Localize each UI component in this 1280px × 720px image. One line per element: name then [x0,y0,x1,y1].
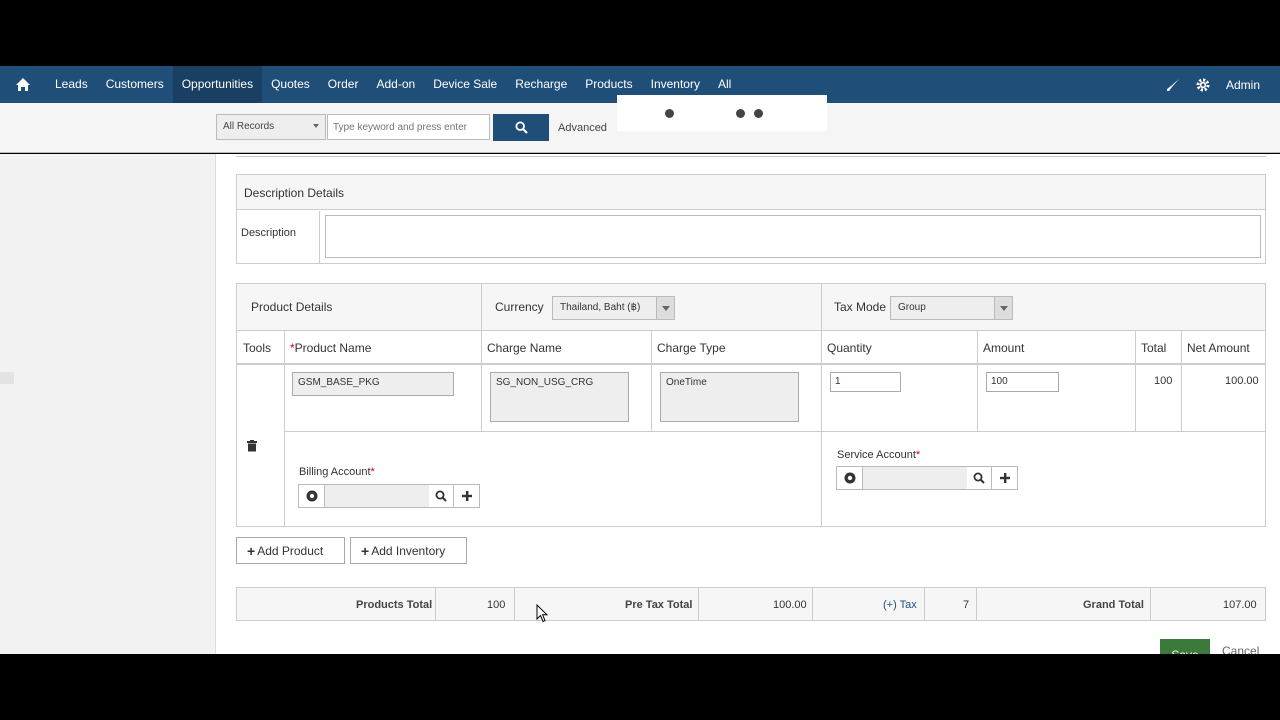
nav-opportunities[interactable]: Opportunities [172,66,263,103]
total-value: 100 [1154,375,1173,387]
tax-link[interactable]: (+) Tax [883,599,917,611]
plus-icon: + [361,542,370,559]
plus-icon: + [247,542,256,559]
product-details-section: Product Details Currency Thailand, Baht … [236,283,1266,527]
products-total-value: 100 [487,599,506,611]
search-icon[interactable] [429,485,454,507]
description-section: Description Details Description [236,174,1266,264]
loading-dot [665,109,674,118]
service-account-label-text: Service Account [837,449,916,461]
service-account-field [836,466,1018,490]
chevron-down-icon [994,297,1012,319]
description-label: Description [241,227,297,239]
currency-value: Thailand, Baht (฿) [560,302,641,313]
grand-total-label: Grand Total [1083,599,1144,611]
col-quantity: Quantity [821,331,977,364]
gear-icon[interactable] [1188,77,1218,93]
search-icon[interactable] [967,467,992,489]
product-details-header: Product Details Currency Thailand, Baht … [237,284,1265,331]
grand-total-value: 107.00 [1223,599,1257,611]
col-charge-type: Charge Type [651,331,821,364]
totals-bar: Products Total 100 Pre Tax Total 100.00 … [236,587,1266,621]
currency-select[interactable]: Thailand, Baht (฿) [552,296,675,320]
save-button[interactable]: Save [1160,639,1210,654]
search-input[interactable] [327,114,490,140]
col-amount: Amount [977,331,1135,364]
admin-menu[interactable]: Admin [1218,78,1280,92]
col-product-name-label: Product Name [294,341,372,355]
net-amount-value: 100.00 [1225,375,1259,387]
nav-device-sale[interactable]: Device Sale [424,66,506,103]
nav-add-on[interactable]: Add-on [367,66,424,103]
charge-name-input[interactable]: SG_NON_USG_CRG [490,372,629,422]
nav-recharge[interactable]: Recharge [506,66,576,103]
search-scope-select[interactable]: All Records [216,114,326,140]
plus-icon[interactable] [454,485,479,507]
main-content: Description Details Description Product … [0,154,1280,654]
nav-leads[interactable]: Leads [46,66,97,103]
products-total-label: Products Total [356,599,433,611]
pre-tax-total-label: Pre Tax Total [625,599,693,611]
nav-customers[interactable]: Customers [97,66,173,103]
quantity-input[interactable]: 1 [830,372,901,392]
nav-quotes[interactable]: Quotes [262,66,319,103]
search-icon [514,121,528,134]
add-product-label: Add Product [257,543,324,558]
tax-mode-value: Group [898,302,926,313]
billing-account-label: Billing Account* [299,466,375,478]
col-net-amount: Net Amount [1181,331,1265,364]
chevron-down-icon [313,124,319,128]
search-button[interactable] [493,114,549,141]
mouse-cursor-icon [536,604,548,623]
billing-account-field [298,484,480,508]
loading-indicator [617,95,827,131]
col-charge-name: Charge Name [481,331,651,364]
billing-account-input[interactable] [325,485,429,507]
nav-order[interactable]: Order [319,66,368,103]
charge-type-input[interactable]: OneTime [660,372,799,422]
currency-label: Currency [495,300,544,314]
clear-icon[interactable] [299,485,325,507]
home-icon[interactable] [0,77,46,92]
search-scope-value: All Records [223,121,275,132]
tax-mode-label: Tax Mode [834,300,887,314]
tax-mode-select[interactable]: Group [890,296,1013,320]
col-product-name: *Product Name [284,331,481,364]
trash-icon[interactable] [247,440,257,455]
billing-account-label-text: Billing Account [299,466,371,478]
product-details-title: Product Details [251,300,333,314]
add-product-button[interactable]: + Add Product [236,537,345,564]
search-bar: All Records Advanced [0,95,1280,153]
advanced-search-link[interactable]: Advanced [558,122,607,134]
col-total: Total [1135,331,1181,364]
description-section-title: Description Details [237,175,1265,210]
description-textarea[interactable] [325,215,1261,258]
loading-dot [754,109,763,118]
pre-tax-total-value: 100.00 [773,599,807,611]
loading-dot [736,109,745,118]
add-inventory-label: Add Inventory [371,543,446,558]
col-tools: Tools [237,331,284,364]
tax-value: 7 [963,599,970,611]
service-account-input[interactable] [863,467,967,489]
product-name-input[interactable]: GSM_BASE_PKG [292,372,454,396]
service-account-label: Service Account* [837,449,921,461]
plus-icon[interactable] [992,467,1017,489]
left-panel [0,154,216,654]
add-inventory-button[interactable]: + Add Inventory [350,537,467,564]
chevron-down-icon [656,297,674,319]
brush-icon[interactable] [1158,77,1188,93]
cancel-link[interactable]: Cancel [1222,644,1259,654]
amount-input[interactable]: 100 [986,372,1059,392]
clear-icon[interactable] [837,467,863,489]
